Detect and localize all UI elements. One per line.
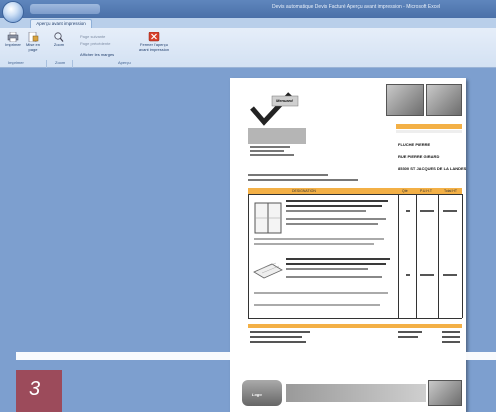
title-bar: Devis automatique Devis Facturé Aperçu a…	[0, 0, 496, 18]
close-preview-button[interactable]: Fermer l'aperçu avant impression	[136, 32, 172, 52]
group-label-zoom: Zoom	[55, 60, 66, 65]
step-number: 3	[29, 378, 41, 400]
print-label: Imprimer	[5, 42, 21, 47]
item-description-line	[254, 238, 384, 240]
item-description-line	[286, 258, 390, 260]
magnifier-icon	[54, 32, 64, 42]
object-line	[248, 179, 358, 181]
table-header-qty: Qté	[402, 189, 408, 193]
company-header-box	[248, 128, 306, 144]
footer-banner	[286, 384, 426, 402]
close-icon	[148, 32, 160, 42]
window-product-icon	[254, 202, 282, 234]
item-description-line	[286, 268, 368, 270]
prev-page-button[interactable]: Page précédente	[80, 41, 110, 46]
office-button[interactable]	[2, 1, 24, 23]
next-page-button[interactable]: Page suivante	[80, 34, 105, 39]
item-description-line	[254, 292, 388, 294]
totals-label	[398, 331, 422, 333]
page-setup-icon	[28, 32, 39, 42]
client-city: 85300 ST JACQUES DE LA LANDES	[398, 166, 467, 171]
client-address: RUE PIERRE GIRARD	[398, 154, 440, 159]
totals-line	[250, 341, 306, 343]
table-rule	[416, 194, 417, 318]
page-setup-button[interactable]: Mise en page	[22, 32, 44, 52]
document-page: Menuard FLUCHE PIERRE RUE PIERRE GIRARD …	[230, 78, 466, 412]
table-header-designation: DESIGNATION	[292, 189, 316, 193]
logo-text: Menuard	[276, 98, 293, 103]
table-header-unit-price: P.U.H.T	[420, 189, 432, 193]
footer-logo-text: Logo	[252, 392, 262, 397]
quote-number-box	[396, 124, 462, 129]
roller-shutter-product-icon	[253, 262, 283, 279]
object-line	[248, 174, 328, 176]
table-rule	[398, 194, 399, 318]
footer-photo	[428, 380, 462, 406]
show-margins-checkbox[interactable]: Afficher les marges	[80, 52, 114, 57]
item-qty	[406, 274, 410, 276]
highlight-band	[16, 352, 496, 360]
item-description-line	[286, 200, 388, 202]
zoom-label: Zoom	[53, 42, 65, 47]
totals-value	[442, 331, 460, 333]
item-description-line	[254, 243, 374, 245]
item-total	[443, 274, 457, 276]
step-number-badge: 3	[16, 370, 62, 412]
zoom-button[interactable]: Zoom	[48, 32, 70, 47]
item-description-line	[286, 223, 378, 225]
totals-label	[398, 336, 418, 338]
checkmark-logo-icon	[250, 92, 299, 126]
footer-logo: Logo	[242, 380, 282, 406]
totals-value	[442, 341, 460, 343]
totals-line	[250, 331, 310, 333]
item-description-line	[254, 304, 380, 306]
item-qty	[406, 210, 410, 212]
client-name: FLUCHE PIERRE	[398, 142, 431, 147]
page-setup-label: Mise en page	[25, 42, 40, 52]
product-photo	[426, 84, 462, 116]
table-rule	[248, 194, 249, 318]
table-rule	[438, 194, 439, 318]
item-description-line	[286, 276, 382, 278]
item-description-line	[286, 205, 382, 207]
totals-header-bar	[248, 324, 462, 328]
item-total	[443, 210, 457, 212]
print-button[interactable]: Imprimer	[2, 32, 24, 47]
company-info-lines	[250, 146, 294, 156]
totals-line	[250, 336, 302, 338]
tab-print-preview[interactable]: Aperçu avant impression	[30, 19, 92, 28]
table-rule	[248, 194, 462, 195]
totals-value	[442, 336, 460, 338]
table-rule	[462, 194, 463, 318]
group-label-preview: Aperçu	[118, 60, 131, 65]
item-description-line	[286, 218, 386, 220]
quick-access-toolbar[interactable]	[30, 4, 100, 14]
table-rule	[248, 318, 462, 319]
company-logo: Menuard	[250, 90, 300, 126]
group-label-print: Imprimer	[8, 60, 24, 65]
product-photo	[386, 84, 424, 116]
printer-icon	[7, 32, 19, 42]
window-title: Devis automatique Devis Facturé Aperçu a…	[272, 4, 441, 10]
item-unit-price	[420, 210, 434, 212]
item-description-line	[286, 263, 386, 265]
item-description-line	[286, 210, 366, 212]
close-preview-label: Fermer l'aperçu avant impression	[138, 42, 170, 52]
ribbon: Imprimer Mise en page Zoom Page suivante…	[0, 28, 496, 93]
quote-date-line	[396, 130, 462, 133]
item-unit-price	[420, 274, 434, 276]
table-header-total: Total HT	[444, 189, 458, 193]
